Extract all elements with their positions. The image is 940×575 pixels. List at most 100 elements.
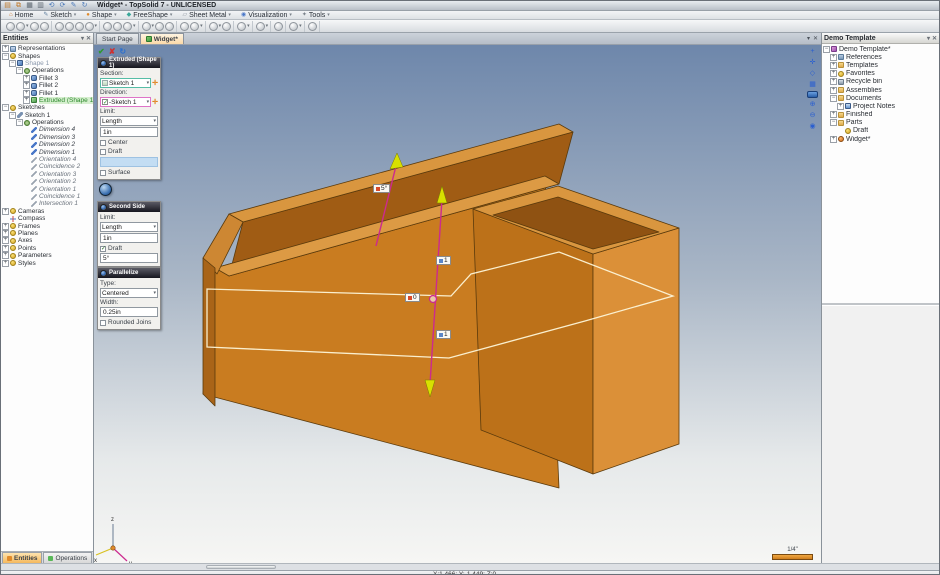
- project-item-parts[interactable]: −Parts: [822, 119, 939, 127]
- section-combo[interactable]: Sketch 1 ▾: [100, 78, 151, 88]
- chevron-down-icon[interactable]: ▾: [247, 24, 250, 29]
- viewcube-icon[interactable]: ▭: [807, 91, 818, 98]
- collapse-icon[interactable]: −: [2, 104, 9, 111]
- expand-icon[interactable]: +: [2, 252, 9, 259]
- entities-item-sketches[interactable]: −Sketches: [1, 104, 93, 111]
- expand-icon[interactable]: +: [837, 103, 844, 110]
- entities-item-fillet-3[interactable]: +Fillet 3: [1, 75, 93, 82]
- entities-item-cameras[interactable]: +Cameras: [1, 208, 93, 215]
- draft-checkbox[interactable]: [100, 149, 106, 155]
- dimension-value-label[interactable]: 1: [436, 256, 451, 265]
- entities-item-compass[interactable]: Compass: [1, 215, 93, 222]
- tool-icon[interactable]: [103, 22, 112, 31]
- crosshair-icon[interactable]: +: [808, 47, 818, 56]
- menu-tools[interactable]: ✦Tools▾: [297, 11, 335, 20]
- tab-operations[interactable]: Operations: [43, 552, 92, 563]
- expand-icon[interactable]: +: [2, 260, 9, 267]
- confirm-button[interactable]: ✔: [98, 47, 105, 56]
- project-item-references[interactable]: +References: [822, 53, 939, 61]
- tool-icon[interactable]: [209, 22, 218, 31]
- entities-item-extruded-shape-1[interactable]: +Extruded (Shape 1): [1, 97, 93, 104]
- tool-icon[interactable]: [190, 22, 199, 31]
- collapse-icon[interactable]: −: [2, 53, 9, 60]
- expand-icon[interactable]: +: [23, 82, 30, 89]
- chevron-down-icon[interactable]: ▾: [219, 24, 222, 29]
- collapse-icon[interactable]: −: [823, 46, 830, 53]
- entities-item-operations[interactable]: −Operations: [1, 119, 93, 126]
- project-item-favorites[interactable]: +Favorites: [822, 70, 939, 78]
- close-icon[interactable]: ✕: [86, 35, 91, 42]
- tab-widget[interactable]: Widget*: [140, 33, 184, 44]
- tool-icon[interactable]: [40, 22, 49, 31]
- tool-icon[interactable]: [16, 22, 25, 31]
- tool-icon[interactable]: [113, 22, 122, 31]
- add-section-button[interactable]: ✛: [152, 80, 158, 87]
- entities-item-orientation-4[interactable]: Orientation 4: [1, 156, 93, 163]
- preview-button[interactable]: ↻: [119, 47, 126, 56]
- pen-icon[interactable]: ✎: [69, 2, 78, 10]
- entities-item-dimension-1[interactable]: Dimension 1: [1, 148, 93, 155]
- tool-icon[interactable]: [55, 22, 64, 31]
- refresh-icon[interactable]: ↻: [80, 2, 89, 10]
- collapse-icon[interactable]: −: [9, 60, 16, 67]
- chevron-down-icon[interactable]: ▾: [299, 24, 302, 29]
- entities-item-points[interactable]: +Points: [1, 245, 93, 252]
- undo-icon[interactable]: ⟲: [47, 2, 56, 10]
- save-icon[interactable]: ▤: [3, 2, 12, 10]
- dialog-header[interactable]: Second Side: [98, 202, 160, 212]
- rounded-joins-checkbox[interactable]: [100, 320, 106, 326]
- tool-icon[interactable]: [222, 22, 231, 31]
- draft-checkbox-row[interactable]: Draft: [100, 147, 158, 156]
- tool-icon[interactable]: [308, 22, 317, 31]
- collapse-icon[interactable]: −: [16, 119, 23, 126]
- magnet-icon[interactable]: ◇: [808, 69, 818, 78]
- cancel-button[interactable]: ✘: [109, 47, 116, 56]
- target-icon[interactable]: ✛: [808, 58, 818, 67]
- tool-icon[interactable]: [123, 22, 132, 31]
- draft-checkbox[interactable]: ✓: [100, 246, 106, 252]
- entities-item-orientation-1[interactable]: Orientation 1: [1, 185, 93, 192]
- viewport-close-icon[interactable]: ✕: [813, 35, 818, 42]
- entities-item-coincidence-1[interactable]: Coincidence 1: [1, 193, 93, 200]
- expand-icon[interactable]: +: [830, 111, 837, 118]
- chevron-down-icon[interactable]: ▾: [26, 24, 29, 29]
- entities-item-shapes[interactable]: −Shapes: [1, 52, 93, 59]
- tool-icon[interactable]: [65, 22, 74, 31]
- tab-entities[interactable]: Entities: [2, 552, 42, 563]
- project-item-draft[interactable]: Draft: [822, 127, 939, 135]
- tool-icon[interactable]: [75, 22, 84, 31]
- menu-shape[interactable]: ●Shape▾: [81, 11, 121, 20]
- tool-icon[interactable]: [274, 22, 283, 31]
- left-end-face[interactable]: [203, 258, 215, 406]
- print-icon[interactable]: ▥: [36, 2, 45, 10]
- entities-item-parameters[interactable]: +Parameters: [1, 252, 93, 259]
- expand-icon[interactable]: +: [23, 90, 30, 97]
- surface-checkbox[interactable]: [100, 170, 106, 176]
- tool-icon[interactable]: [289, 22, 298, 31]
- tool-icon[interactable]: [180, 22, 189, 31]
- direction-combo[interactable]: ✓ -Sketch 1 ▾: [100, 97, 151, 107]
- expand-icon[interactable]: +: [2, 245, 9, 252]
- tool-icon[interactable]: [155, 22, 164, 31]
- dialog-header[interactable]: Parallelize: [98, 268, 160, 278]
- tool-icon[interactable]: [142, 22, 151, 31]
- tab-start-page[interactable]: Start Page: [96, 33, 139, 44]
- limit-combo[interactable]: Length ▾: [100, 222, 158, 232]
- splitter-grip[interactable]: [206, 565, 276, 569]
- entities-item-representations[interactable]: +Representations: [1, 45, 93, 52]
- menu-home[interactable]: ⌂Home: [4, 11, 38, 20]
- entities-item-dimension-2[interactable]: Dimension 2: [1, 141, 93, 148]
- dialog-header[interactable]: Extruded (Shape 1): [98, 58, 160, 68]
- expand-icon[interactable]: +: [23, 75, 30, 82]
- surface-checkbox-row[interactable]: Surface: [100, 168, 158, 177]
- entities-item-coincidence-2[interactable]: Coincidence 2: [1, 163, 93, 170]
- tool-icon[interactable]: [256, 22, 265, 31]
- entities-item-axes[interactable]: +Axes: [1, 237, 93, 244]
- collapse-icon[interactable]: −: [9, 112, 16, 119]
- preview-globe-button[interactable]: [99, 183, 112, 196]
- copy-icon[interactable]: ▦: [25, 2, 34, 10]
- expand-icon[interactable]: +: [23, 97, 30, 104]
- redo-icon[interactable]: ⟳: [58, 2, 67, 10]
- width-input[interactable]: 0.25in: [100, 307, 158, 317]
- menu-visualization[interactable]: ◉Visualization▾: [236, 11, 297, 20]
